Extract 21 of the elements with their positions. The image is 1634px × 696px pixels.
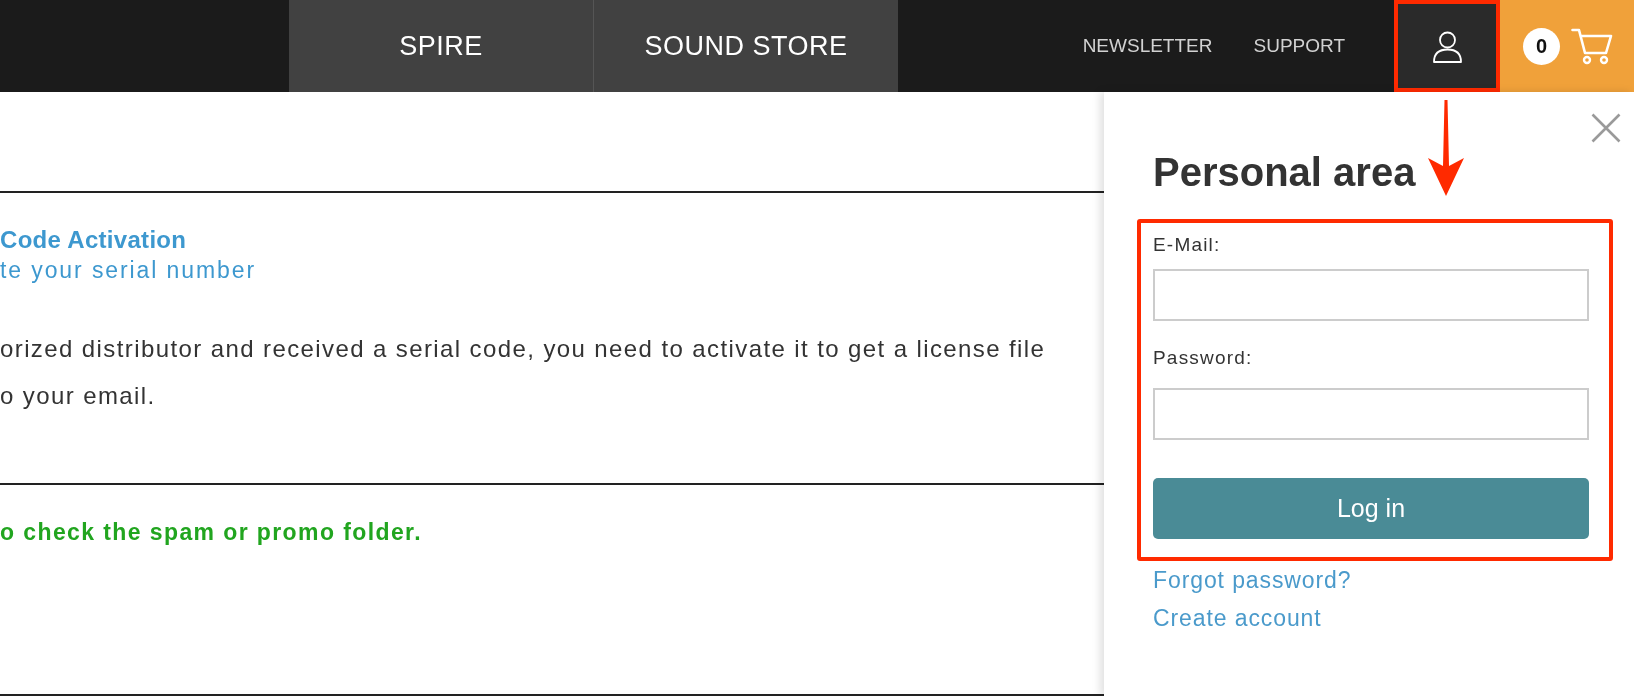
field-label: Password: [1153,346,1254,370]
input-field[interactable] [1153,269,1589,321]
close-icon [1591,113,1621,143]
section-title: Code Activation [0,225,188,255]
field-label: E-Mail: [1153,233,1222,257]
input-field[interactable] [1153,388,1589,440]
login-button[interactable]: Log in [1153,478,1589,539]
cart-count-badge: 0 [1523,27,1560,65]
panel-title: Personal area [1153,149,1416,196]
cart-icon [1571,27,1613,65]
notice-text: o check the spam or promo folder. [0,518,423,547]
account-button[interactable] [1394,0,1500,92]
body-text: orized distributor and received a serial code, you need to activate it to get a license file o your email. [0,334,1047,411]
user-icon [1431,29,1463,63]
nav-link[interactable]: SUPPORT [1253,0,1345,92]
nav-link[interactable]: NEWSLETTER [1082,0,1213,92]
section-subtitle: te your serial number [0,256,257,285]
close-button[interactable] [1591,113,1621,143]
nav-tab[interactable]: SPIRE [289,0,593,92]
nav-tab[interactable]: SOUND STORE [593,0,898,92]
cart-button[interactable]: 0 [1500,0,1634,92]
